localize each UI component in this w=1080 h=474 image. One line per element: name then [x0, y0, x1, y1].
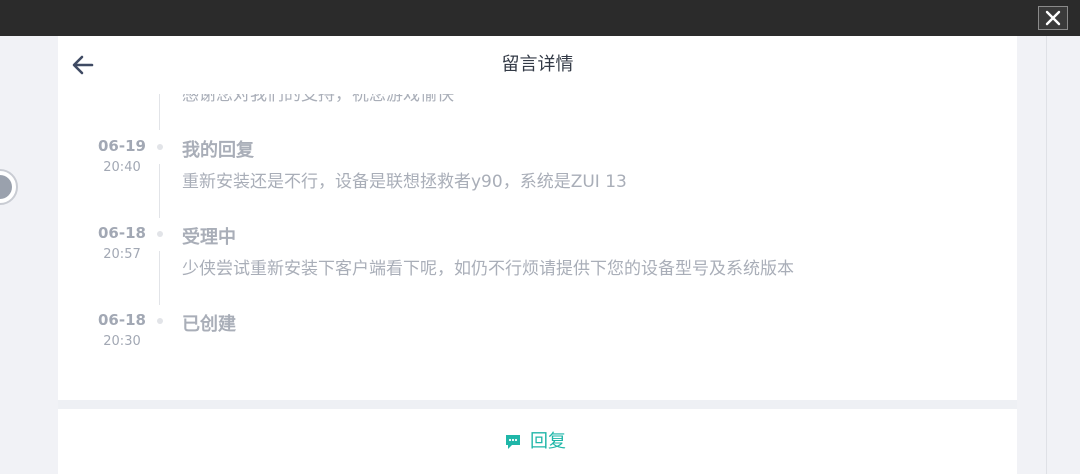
timeline-line — [159, 164, 160, 218]
section-gap — [58, 400, 1017, 409]
right-divider — [1046, 36, 1047, 474]
reply-bar: 回复 — [58, 409, 1017, 474]
timeline-dot — [157, 231, 163, 237]
timeline-entry-title: 受理中 — [182, 227, 236, 248]
reply-button[interactable]: 回复 — [504, 429, 584, 455]
chat-bubble-icon — [506, 435, 520, 449]
timeline-time: 20:30 — [103, 334, 141, 349]
timeline-date: 06-19 — [98, 137, 146, 155]
timeline-dot — [157, 144, 163, 150]
timeline-entry-title: 已创建 — [182, 314, 236, 335]
timeline-dot — [157, 318, 163, 324]
top-bar — [0, 0, 1080, 36]
left-background — [0, 36, 58, 474]
close-button[interactable] — [1038, 6, 1068, 30]
page-header: 留言详情 — [58, 36, 1017, 94]
close-icon — [1045, 10, 1061, 26]
timeline-line — [159, 251, 160, 305]
timeline-time: 20:57 — [103, 247, 141, 262]
page-title: 留言详情 — [501, 54, 574, 75]
right-background — [1017, 36, 1080, 474]
timeline-entry-text: 少侠尝试重新安装下客户端看下呢，如仍不行烦请提供下您的设备型号及系统版本 — [182, 259, 794, 279]
timeline-date: 06-18 — [98, 224, 146, 242]
timeline-time: 20:40 — [103, 160, 141, 175]
message-detail-panel: 感谢您对我们的支持，祝您游戏愉快 06-19 20:40 我的回复 重新安装还是… — [58, 36, 1017, 400]
timeline-date: 06-18 — [98, 311, 146, 329]
reply-label: 回复 — [530, 431, 566, 452]
assistant-icon — [0, 175, 12, 199]
floating-assistant-ball[interactable] — [0, 169, 18, 205]
timeline-entry-text: 重新安装还是不行，设备是联想拯救者y90，系统是ZUI 13 — [182, 172, 627, 192]
timeline-entry-title: 我的回复 — [182, 140, 254, 161]
